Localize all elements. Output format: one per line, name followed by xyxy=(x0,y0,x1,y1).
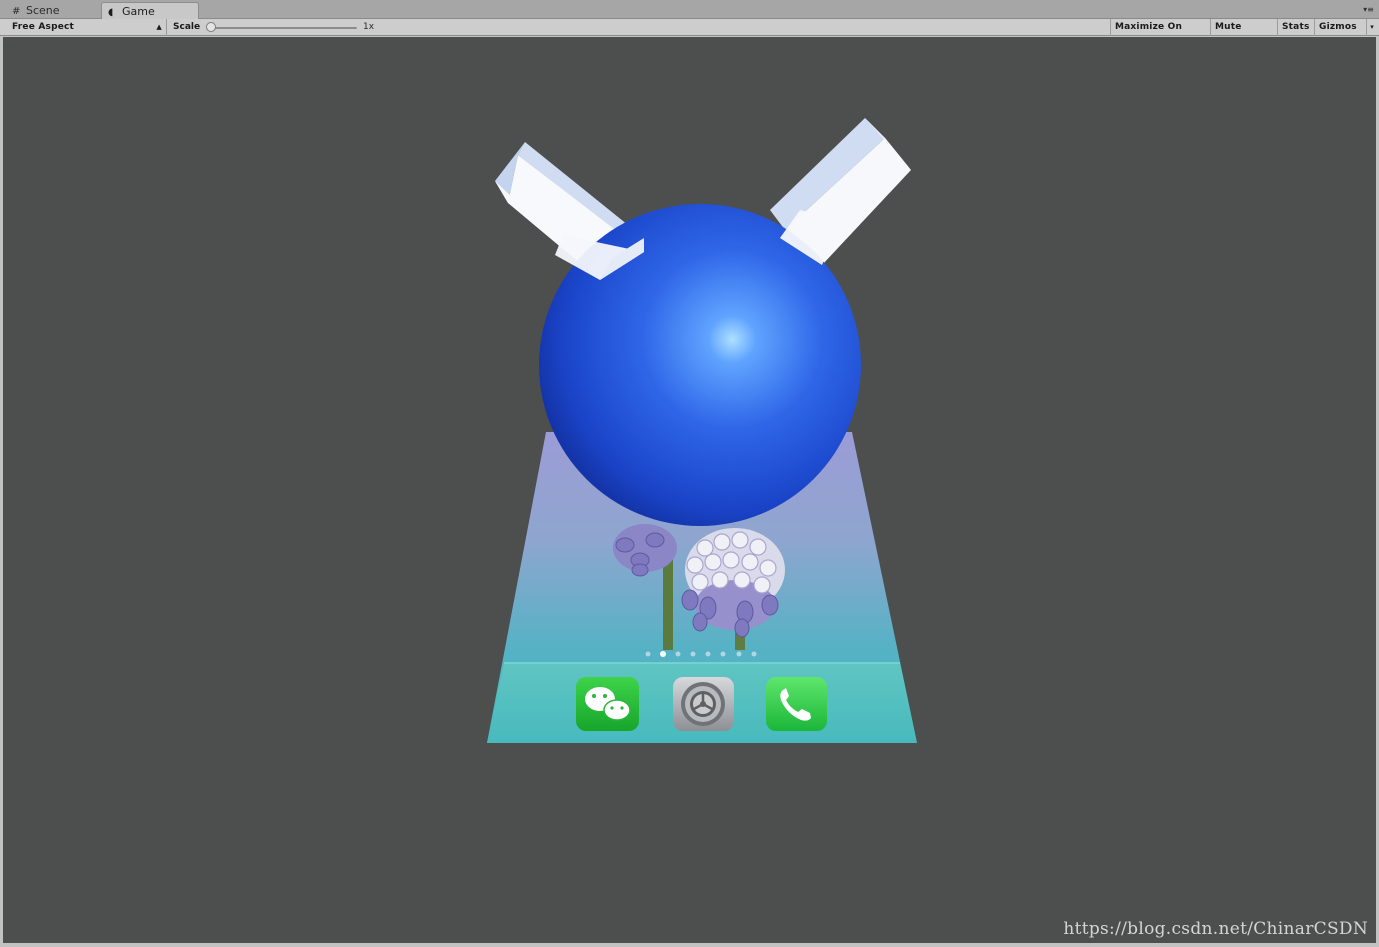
tab-scene-label: Scene xyxy=(26,4,60,17)
aspect-dropdown[interactable]: Free Aspect ▲ xyxy=(6,19,167,36)
phone-icon xyxy=(766,677,827,731)
scale-value: 1x xyxy=(363,22,375,32)
dropdown-arrows-icon: ▲ xyxy=(156,23,162,31)
settings-icon xyxy=(673,677,734,731)
watermark-text: https://blog.csdn.net/ChinarCSDN xyxy=(1063,919,1368,939)
game-view-toolbar: Free Aspect ▲ Scale 1x Maximize On Play … xyxy=(0,19,1379,49)
scale-slider-track[interactable] xyxy=(211,27,357,29)
gizmos-button[interactable]: Gizmos ▾ xyxy=(1314,19,1376,36)
tab-menu-icon[interactable]: ▾≡ xyxy=(1363,5,1374,14)
tab-game-label: Game xyxy=(122,5,155,18)
scale-slider-thumb[interactable] xyxy=(206,22,216,32)
scale-label: Scale xyxy=(173,22,201,32)
stats-button[interactable]: Stats xyxy=(1277,19,1314,36)
aspect-label: Free Aspect xyxy=(12,22,75,32)
game-view-viewport[interactable]: https://blog.csdn.net/ChinarCSDN xyxy=(3,37,1376,943)
mute-audio-button[interactable]: Mute Audio xyxy=(1210,19,1277,49)
gizmos-label: Gizmos xyxy=(1319,22,1357,32)
tab-scene[interactable]: # Scene xyxy=(6,2,98,19)
rendered-scene xyxy=(487,118,917,743)
maximize-on-play-button[interactable]: Maximize On Play xyxy=(1110,19,1210,49)
grid-icon: # xyxy=(12,6,21,17)
editor-tab-strip: # Scene ◖ Game ▾≡ xyxy=(0,0,1379,19)
tab-game[interactable]: ◖ Game xyxy=(101,2,199,19)
wechat-icon xyxy=(576,677,639,731)
gizmos-dropdown-icon[interactable]: ▾ xyxy=(1366,19,1374,36)
